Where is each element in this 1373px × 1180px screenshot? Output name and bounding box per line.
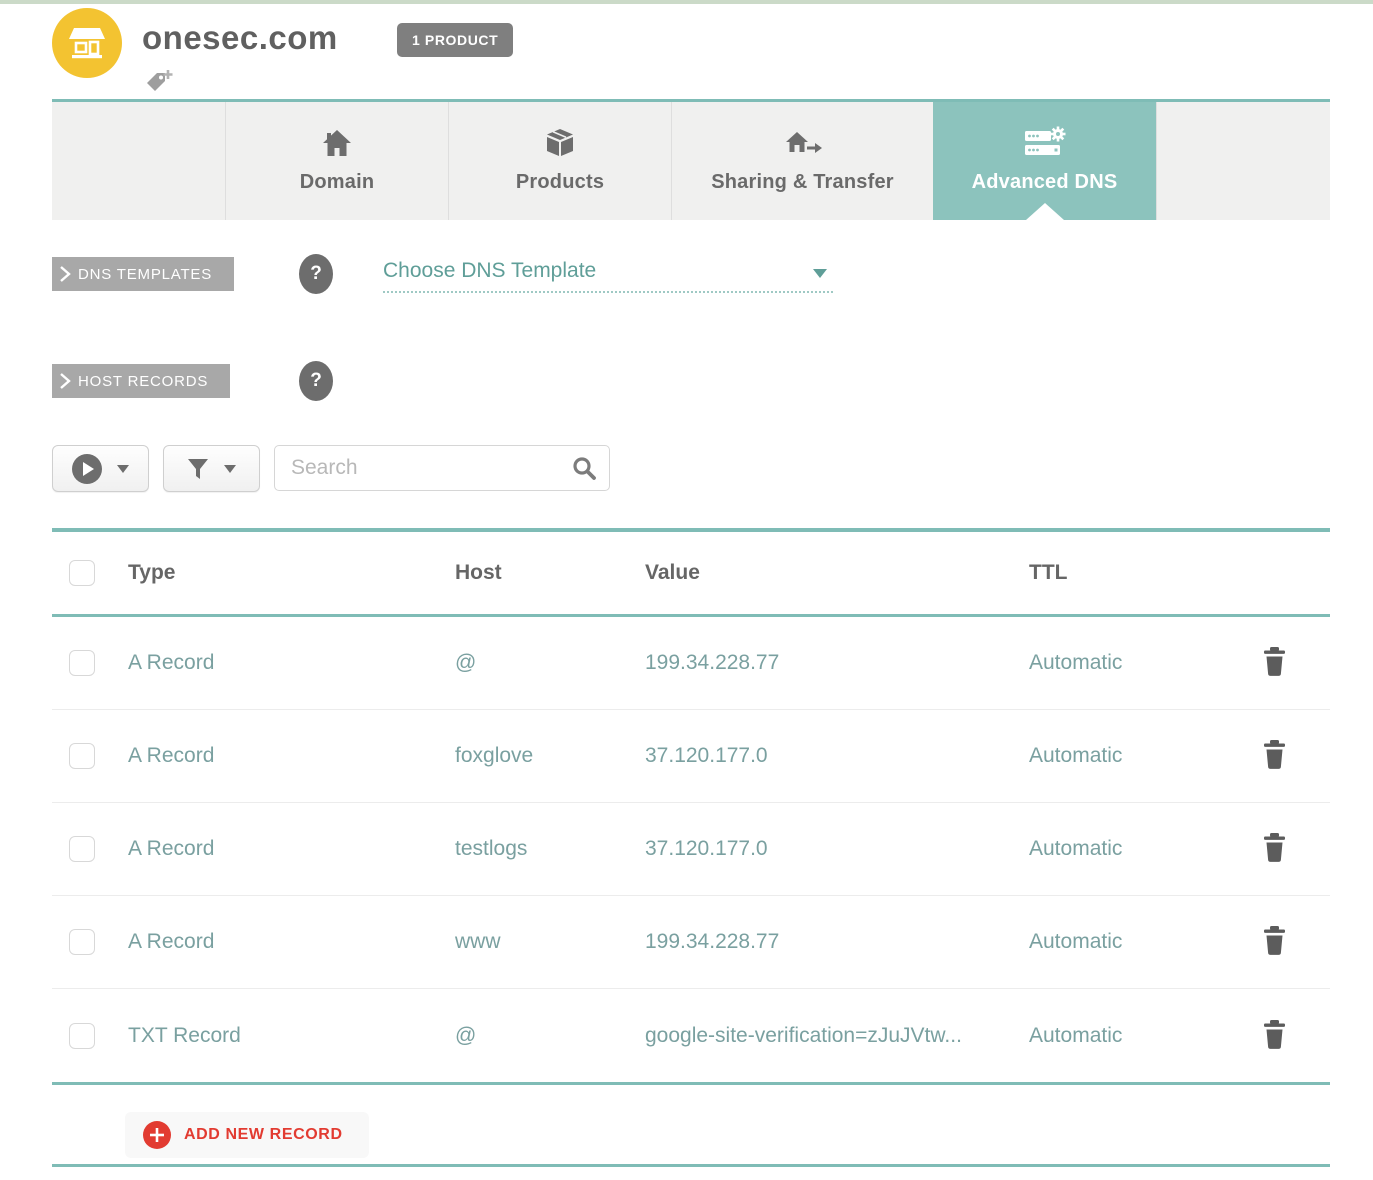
domain-avatar <box>52 8 122 78</box>
column-header-value: Value <box>645 561 1029 585</box>
cell-ttl: Automatic <box>1029 1024 1252 1048</box>
cell-host: www <box>455 930 645 954</box>
add-new-record-label: ADD NEW RECORD <box>184 1126 343 1144</box>
host-records-table: Type Host Value TTL A Record @ 199.34.22… <box>52 528 1330 1085</box>
host-records-help-button[interactable]: ? <box>299 361 333 401</box>
column-header-ttl: TTL <box>1029 561 1252 585</box>
bottom-divider <box>52 1164 1330 1167</box>
section-label: HOST RECORDS <box>78 373 208 390</box>
chevron-right-icon <box>59 265 71 283</box>
table-row: A Record www 199.34.228.77 Automatic <box>52 896 1330 989</box>
trash-icon <box>1262 646 1287 677</box>
cell-ttl: Automatic <box>1029 744 1252 768</box>
cell-type: TXT Record <box>128 1024 455 1048</box>
tab-label: Sharing & Transfer <box>711 171 894 194</box>
column-header-host: Host <box>455 561 645 585</box>
cell-value: 37.120.177.0 <box>645 744 1029 768</box>
delete-record-button[interactable] <box>1260 923 1289 961</box>
table-row: A Record @ 199.34.228.77 Automatic <box>52 617 1330 710</box>
row-checkbox[interactable] <box>69 743 95 769</box>
table-row: A Record foxglove 37.120.177.0 Automatic <box>52 710 1330 803</box>
cell-host: @ <box>455 1024 645 1048</box>
cell-host: foxglove <box>455 744 645 768</box>
tab-label: Products <box>516 171 604 194</box>
tab-spacer-right <box>1156 102 1330 220</box>
question-mark-icon: ? <box>310 370 322 392</box>
search-icon <box>571 455 597 481</box>
cell-value: google-site-verification=zJuJVtw... <box>645 1024 1029 1048</box>
caret-down-icon <box>224 465 236 473</box>
chevron-down-icon <box>813 269 827 278</box>
dns-templates-ribbon: DNS TEMPLATES <box>52 257 234 291</box>
tab-label: Advanced DNS <box>972 171 1118 194</box>
table-body: A Record @ 199.34.228.77 Automatic A Rec… <box>52 617 1330 1085</box>
trash-icon <box>1262 925 1287 956</box>
tab-sharing-transfer[interactable]: Sharing & Transfer <box>671 102 933 220</box>
table-row: TXT Record @ google-site-verification=zJ… <box>52 989 1330 1082</box>
add-new-record-button[interactable]: ADD NEW RECORD <box>125 1112 369 1158</box>
house-transfer-icon <box>782 125 824 161</box>
storefront-icon <box>63 17 111 70</box>
product-count-badge: 1 PRODUCT <box>397 23 513 57</box>
cell-type: A Record <box>128 930 455 954</box>
search-input[interactable] <box>274 445 610 491</box>
trash-icon <box>1262 739 1287 770</box>
dns-templates-help-button[interactable]: ? <box>299 254 333 294</box>
row-checkbox[interactable] <box>69 836 95 862</box>
cell-ttl: Automatic <box>1029 837 1252 861</box>
home-icon <box>320 125 354 161</box>
plus-icon <box>143 1121 171 1149</box>
table-header-row: Type Host Value TTL <box>52 528 1330 617</box>
play-icon <box>72 454 102 484</box>
cell-value: 199.34.228.77 <box>645 651 1029 675</box>
delete-record-button[interactable] <box>1260 737 1289 775</box>
delete-record-button[interactable] <box>1260 1017 1289 1055</box>
cell-host: @ <box>455 651 645 675</box>
tab-label: Domain <box>300 171 375 194</box>
tab-spacer-left <box>52 102 225 220</box>
caret-down-icon <box>117 465 129 473</box>
select-all-checkbox[interactable] <box>69 560 95 586</box>
advanced-dns-page: onesec.com 1 PRODUCT Domain <box>0 0 1373 1180</box>
box-icon <box>543 125 577 161</box>
cell-value: 37.120.177.0 <box>645 837 1029 861</box>
cell-value: 199.34.228.77 <box>645 930 1029 954</box>
server-gear-icon <box>1021 125 1069 161</box>
chevron-right-icon <box>59 372 71 390</box>
row-checkbox[interactable] <box>69 650 95 676</box>
tab-bar: Domain Products <box>52 99 1330 220</box>
cell-type: A Record <box>128 651 455 675</box>
filter-icon <box>187 458 209 480</box>
trash-icon <box>1262 1019 1287 1050</box>
host-records-ribbon: HOST RECORDS <box>52 364 230 398</box>
trash-icon <box>1262 832 1287 863</box>
column-header-type: Type <box>128 561 455 585</box>
cell-ttl: Automatic <box>1029 930 1252 954</box>
cell-host: testlogs <box>455 837 645 861</box>
row-checkbox[interactable] <box>69 929 95 955</box>
dns-template-dropdown[interactable]: Choose DNS Template <box>383 256 833 293</box>
page-title: onesec.com <box>142 19 338 57</box>
cell-ttl: Automatic <box>1029 651 1252 675</box>
tab-products[interactable]: Products <box>448 102 671 220</box>
delete-record-button[interactable] <box>1260 644 1289 682</box>
section-label: DNS TEMPLATES <box>78 266 212 283</box>
bulk-actions-dropdown-button[interactable] <box>52 445 149 492</box>
tab-advanced-dns[interactable]: Advanced DNS <box>933 102 1156 220</box>
dropdown-selected-value: Choose DNS Template <box>383 259 596 282</box>
tab-domain[interactable]: Domain <box>225 102 448 220</box>
filter-dropdown-button[interactable] <box>163 445 260 492</box>
search-box <box>274 445 610 491</box>
add-tag-icon[interactable] <box>143 68 173 96</box>
table-row: A Record testlogs 37.120.177.0 Automatic <box>52 803 1330 896</box>
top-divider <box>0 0 1373 4</box>
question-mark-icon: ? <box>310 263 322 285</box>
delete-record-button[interactable] <box>1260 830 1289 868</box>
cell-type: A Record <box>128 744 455 768</box>
cell-type: A Record <box>128 837 455 861</box>
row-checkbox[interactable] <box>69 1023 95 1049</box>
